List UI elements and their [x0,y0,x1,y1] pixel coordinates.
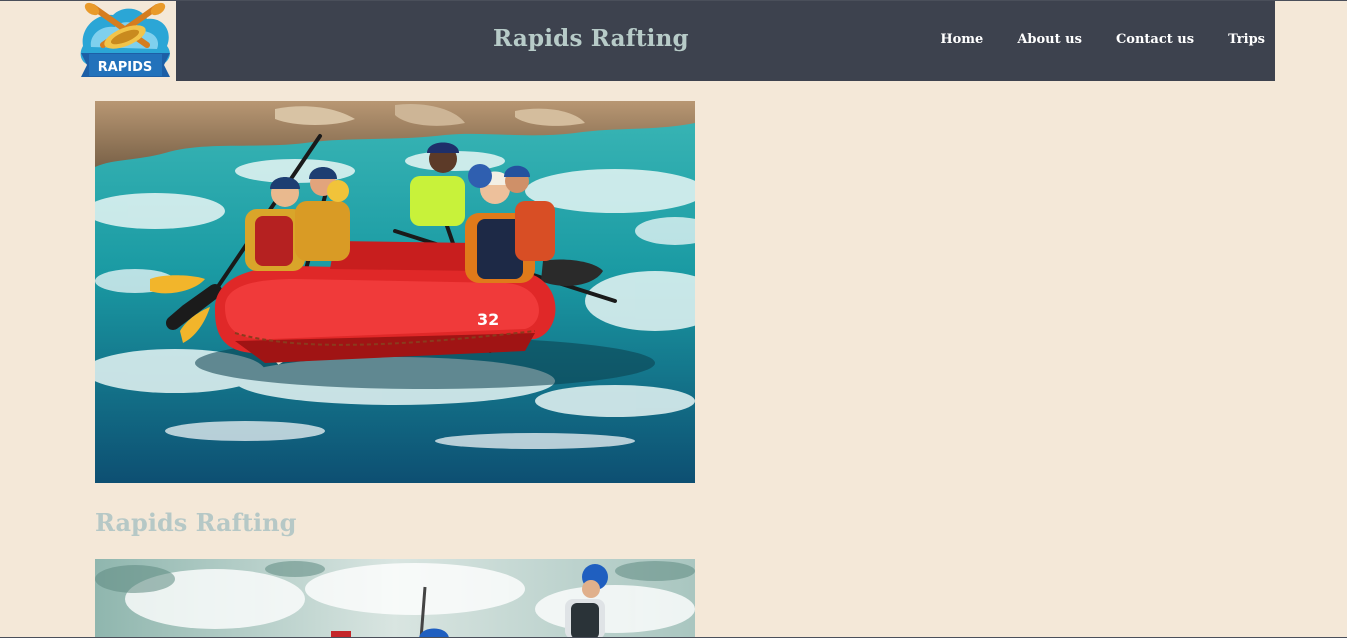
page-frame: RAPIDS Rapids Rafting Home About us Cont… [0,0,1347,638]
site-title: Rapids Rafting [493,25,689,52]
raft-number: 32 [477,310,499,329]
site-logo[interactable]: RAPIDS [75,1,176,81]
nav-contact-us[interactable]: Contact us [1116,32,1194,47]
nav-trips[interactable]: Trips [1228,32,1265,47]
logo-text: RAPIDS [98,60,153,75]
rapids-logo-image: RAPIDS [75,1,176,81]
site-header: RAPIDS Rapids Rafting Home About us Cont… [75,1,1275,81]
nav-about-us[interactable]: About us [1017,32,1082,47]
nav-home[interactable]: Home [940,32,983,47]
secondary-rafting-image [95,559,695,637]
section-heading: Rapids Rafting [95,508,297,537]
hero-rafting-image: 32 [95,101,695,483]
main-nav: Home About us Contact us Trips [940,32,1265,47]
